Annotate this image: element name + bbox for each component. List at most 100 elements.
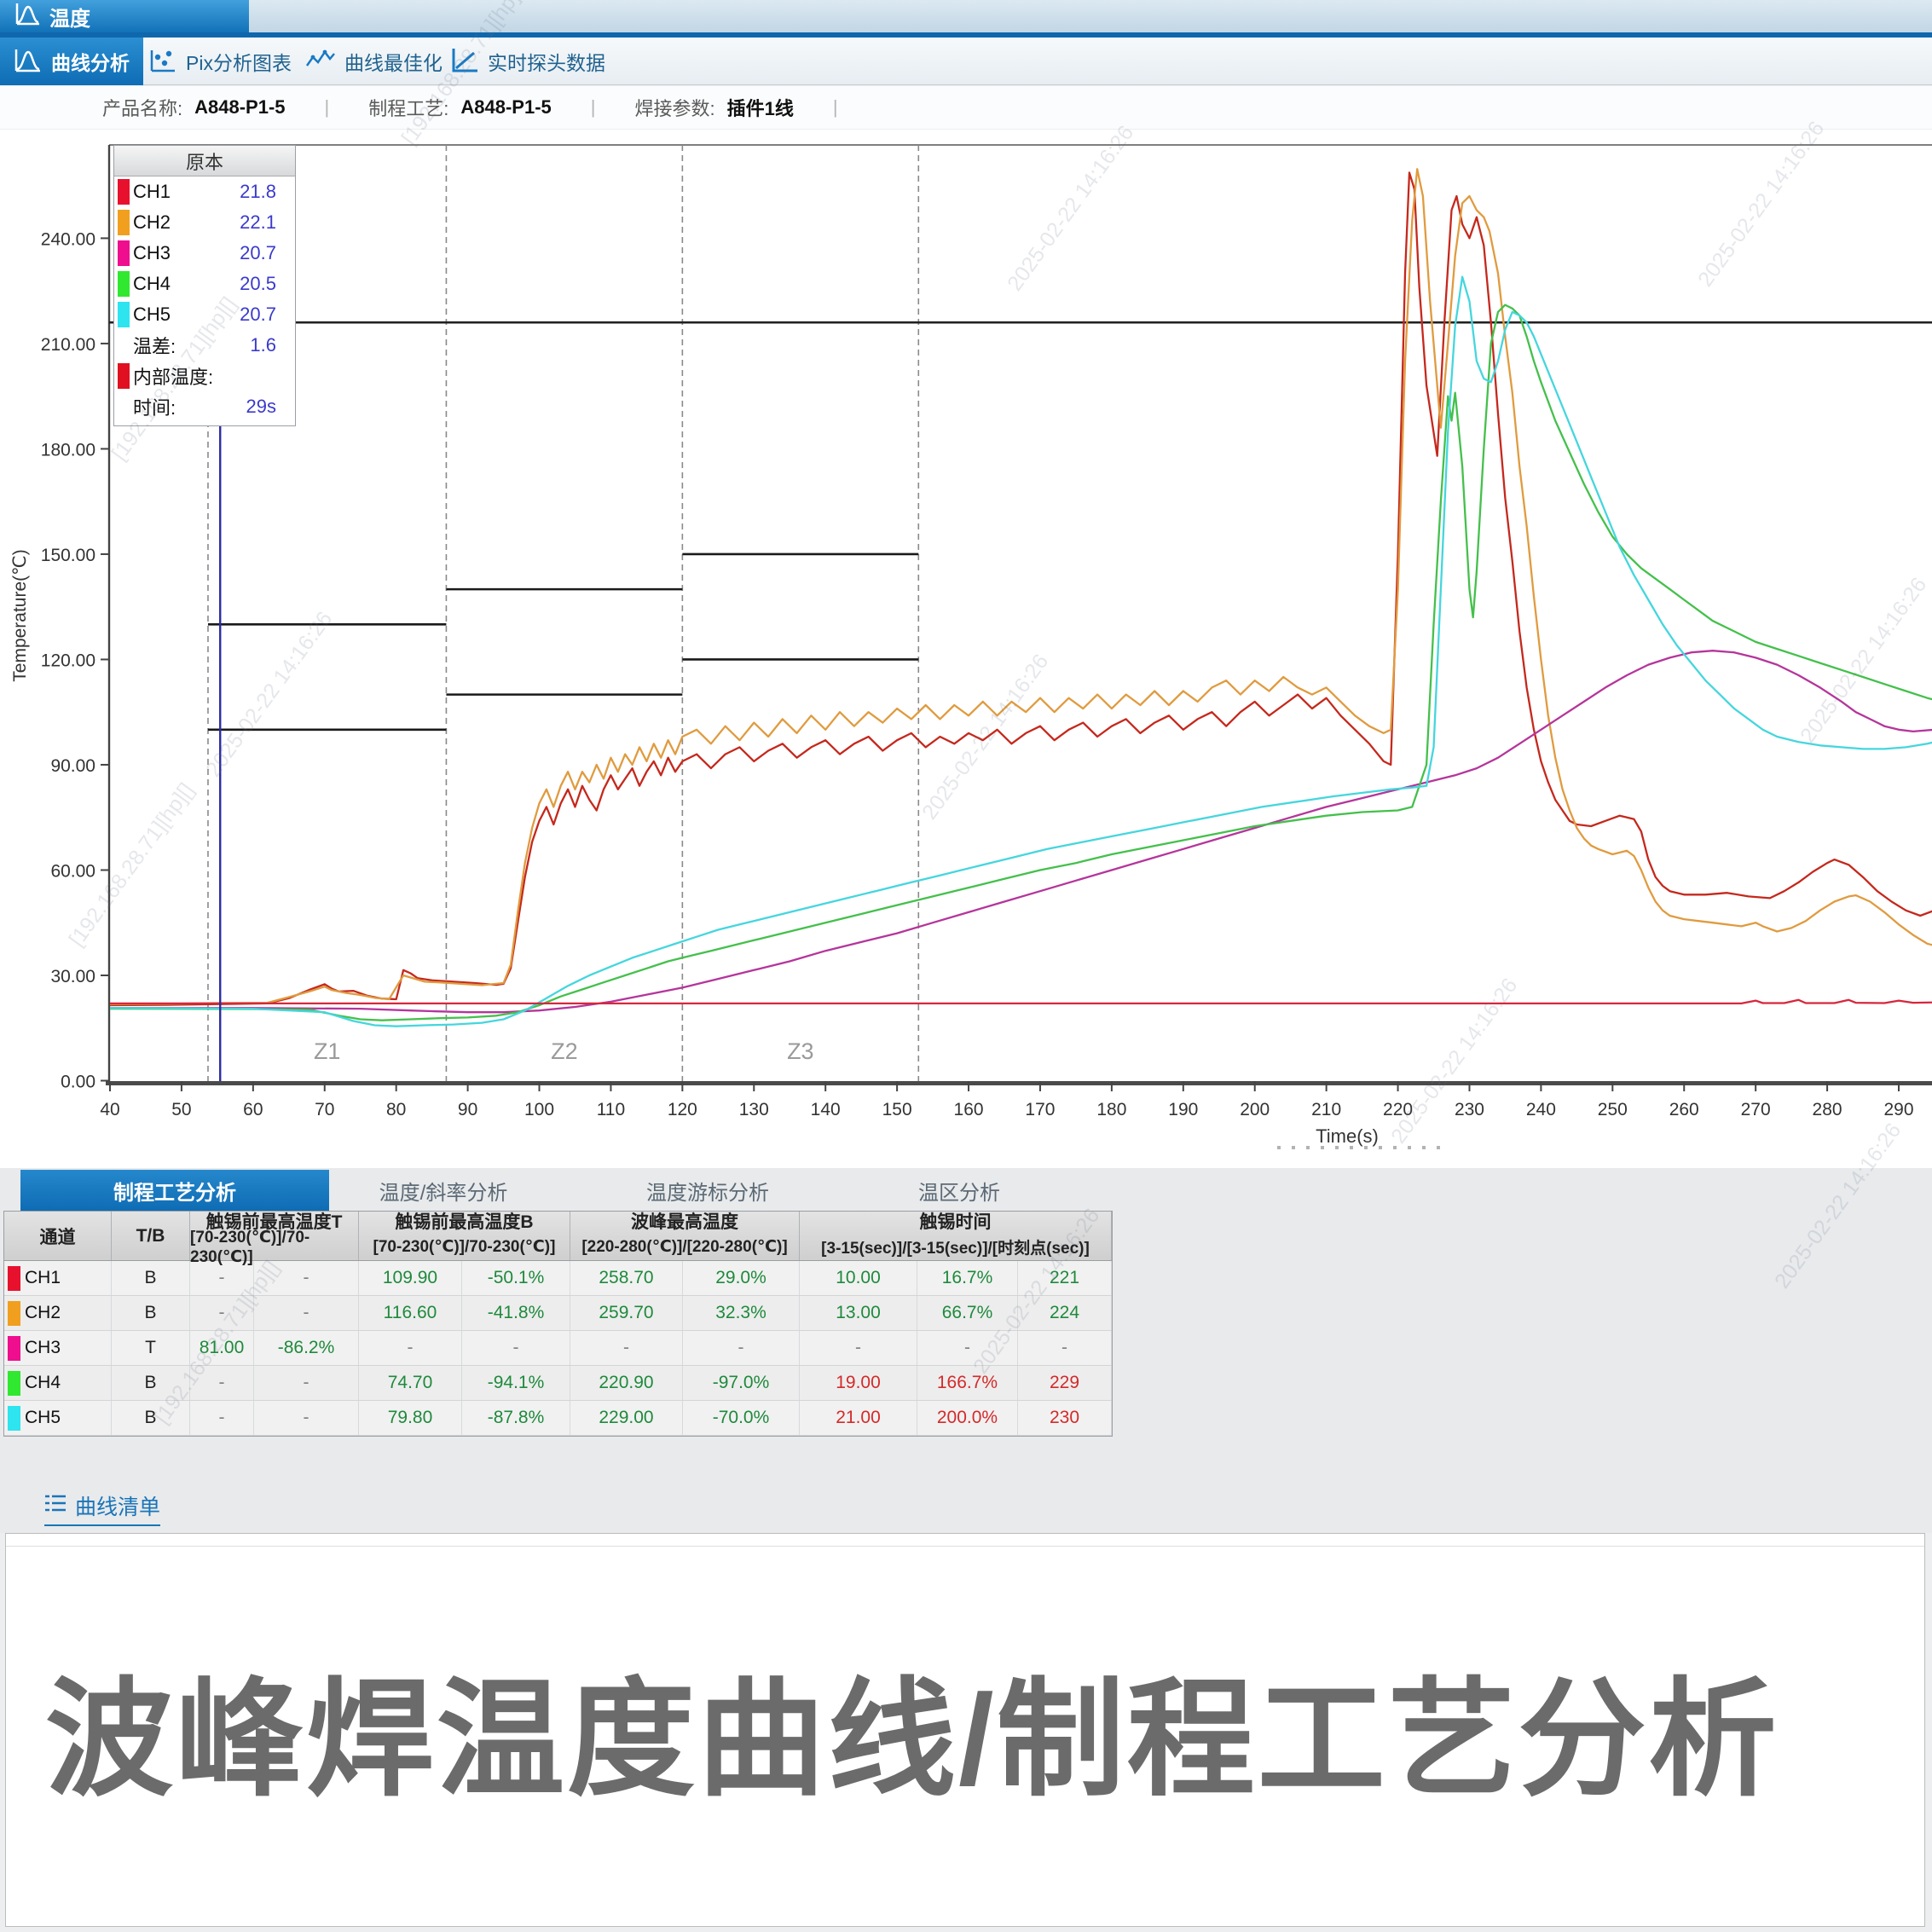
value-cell: -	[462, 1331, 570, 1365]
channel-swatch	[8, 1266, 20, 1291]
splitter-handle[interactable]	[1277, 1146, 1456, 1153]
value-cell: 81.00	[190, 1331, 254, 1365]
legend-name: 温差:	[133, 332, 176, 359]
series-CH3	[110, 651, 1932, 1012]
toolbar-item-curve-optimize[interactable]: 曲线最佳化	[292, 38, 456, 85]
splitter-dot	[1393, 1146, 1397, 1149]
value-cell: 29.0%	[683, 1261, 800, 1295]
value-cell: -	[254, 1366, 359, 1400]
table-row[interactable]: CH2B--116.60-41.8%259.7032.3%13.0066.7%2…	[4, 1296, 1112, 1331]
legend-row: CH121.8	[114, 176, 295, 207]
value-cell: 10.00	[800, 1261, 917, 1295]
legend-value: 20.7	[240, 242, 276, 264]
tb-cell: B	[112, 1296, 190, 1330]
legend-value: 20.7	[240, 304, 276, 326]
header-group-title: 触锡时间	[800, 1212, 1111, 1234]
series-内部温度	[110, 1000, 1932, 1004]
svg-text:170: 170	[1025, 1100, 1055, 1119]
legend-name: 内部温度:	[133, 362, 213, 390]
splitter-dot	[1321, 1146, 1324, 1149]
legend-value: 22.1	[240, 211, 276, 234]
curve-list-link[interactable]: 曲线清单	[44, 1490, 160, 1526]
table-row[interactable]: CH5B--79.80-87.8%229.00-70.0%21.00200.0%…	[4, 1401, 1112, 1436]
svg-text:Z3: Z3	[787, 1038, 814, 1064]
table-row[interactable]: CH3T81.00-86.2%-------	[4, 1331, 1112, 1366]
svg-text:120.00: 120.00	[41, 651, 95, 670]
splitter-dot	[1437, 1146, 1440, 1149]
legend-swatch	[118, 240, 130, 266]
svg-text:30.00: 30.00	[50, 967, 95, 986]
toolbar-item-label: 曲线最佳化	[344, 47, 443, 76]
value-cell: -97.0%	[683, 1366, 800, 1400]
field-separator: |	[591, 96, 596, 119]
value-cell: 74.70	[359, 1366, 462, 1400]
tab-温度游标分析[interactable]: 温度游标分析	[597, 1170, 818, 1211]
svg-text:180: 180	[1096, 1100, 1126, 1119]
value-cell: -	[359, 1331, 462, 1365]
tab-温区分析[interactable]: 温区分析	[861, 1170, 1057, 1211]
svg-text:Z2: Z2	[551, 1038, 578, 1064]
bottom-panel: 波峰焊温度曲线/制程工艺分析	[5, 1533, 1925, 1927]
toolbar-item-curve-analysis[interactable]: 曲线分析	[0, 38, 143, 85]
value-cell: 13.00	[800, 1296, 917, 1330]
value-cell: -	[254, 1401, 359, 1435]
header-group: 触锡前最高温度B[70-230(℃)]/70-230(℃)]	[359, 1212, 570, 1260]
header-group-range: [70-230(℃)]/70-230(℃)]	[190, 1234, 358, 1261]
table-row[interactable]: CH4B--74.70-94.1%220.90-97.0%19.00166.7%…	[4, 1366, 1112, 1401]
legend-swatch	[118, 363, 130, 389]
curve-icon	[15, 2, 41, 32]
legend-row: CH222.1	[114, 207, 295, 238]
svg-text:110: 110	[597, 1100, 625, 1119]
header-group-range: [220-280(℃)]/[220-280(℃)]	[570, 1234, 799, 1260]
value-cell: 200.0%	[917, 1401, 1018, 1435]
legend-swatch	[118, 302, 130, 327]
chart-legend: 原本 CH121.8CH222.1CH320.7CH420.5CH520.7温差…	[113, 145, 296, 426]
app-tab-temperature[interactable]: 温度	[0, 0, 249, 32]
product-field: 焊接参数:插件1线	[634, 94, 793, 121]
svg-text:180.00: 180.00	[41, 440, 95, 460]
value-cell: 32.3%	[683, 1296, 800, 1330]
legend-swatch	[118, 179, 130, 205]
legend-row: 时间:29s	[114, 391, 295, 422]
curve-list-label: 曲线清单	[75, 1490, 160, 1521]
temperature-chart[interactable]: 原本 CH121.8CH222.1CH320.7CH420.5CH520.7温差…	[0, 130, 1932, 1168]
splitter-dot	[1422, 1146, 1426, 1149]
svg-text:90: 90	[458, 1100, 477, 1119]
svg-text:60: 60	[243, 1100, 263, 1119]
value-cell: 220.90	[570, 1366, 683, 1400]
value-cell: 229.00	[570, 1401, 683, 1435]
svg-text:280: 280	[1813, 1100, 1842, 1119]
value-cell: -	[254, 1296, 359, 1330]
product-field: 制程工艺:A848-P1-5	[368, 94, 552, 121]
value-cell: -	[190, 1366, 254, 1400]
toolbar: 曲线分析Pix分析图表 曲线最佳化实时探头数据	[0, 38, 1932, 85]
svg-text:240: 240	[1526, 1100, 1556, 1119]
tab-温度/斜率分析[interactable]: 温度/斜率分析	[333, 1170, 554, 1211]
value-cell: -	[190, 1261, 254, 1295]
value-cell: 21.00	[800, 1401, 917, 1435]
legend-swatch	[118, 210, 130, 235]
legend-name: CH1	[133, 181, 171, 203]
svg-text:90.00: 90.00	[50, 756, 95, 776]
splitter-dot	[1335, 1146, 1339, 1149]
header-group: 触锡时间[3-15(sec)]/[3-15(sec)]/[时刻点(sec)]	[800, 1212, 1112, 1260]
svg-text:Temperature(℃): Temperature(℃)	[10, 549, 30, 681]
value-cell: 259.70	[570, 1296, 683, 1330]
value-cell: -86.2%	[254, 1331, 359, 1365]
toolbar-item-realtime-probe[interactable]: 实时探头数据	[437, 38, 619, 85]
toolbar-item-label: 曲线分析	[51, 47, 130, 76]
tab-制程工艺分析[interactable]: 制程工艺分析	[20, 1170, 329, 1211]
svg-text:150: 150	[882, 1100, 912, 1119]
legend-row: 内部温度:	[114, 361, 295, 391]
legend-name: CH4	[133, 273, 171, 295]
splitter-dot	[1408, 1146, 1411, 1149]
legend-value: 1.6	[250, 334, 276, 356]
product-field-value: A848-P1-5	[194, 96, 285, 119]
value-cell: -87.8%	[462, 1401, 570, 1435]
toolbar-item-pix-chart[interactable]: Pix分析图表	[135, 38, 305, 85]
header-cell: T/B	[112, 1212, 190, 1260]
value-cell: -50.1%	[462, 1261, 570, 1295]
svg-text:120: 120	[668, 1100, 697, 1119]
legend-name: CH5	[133, 304, 171, 326]
table-row[interactable]: CH1B--109.90-50.1%258.7029.0%10.0016.7%2…	[4, 1261, 1112, 1296]
